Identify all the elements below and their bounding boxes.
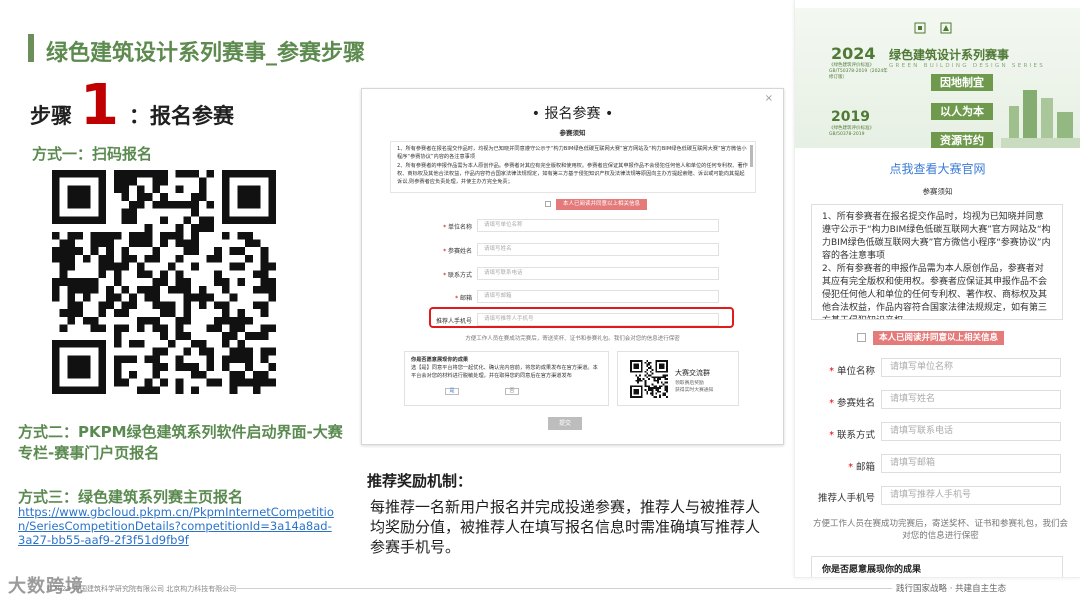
footer-divider (212, 588, 892, 589)
notice-paragraph: 1、所有参赛者在报名提交作品时，均视为已知晓并同意遵守公示于“构力BIM绿色低碳… (397, 146, 747, 160)
mobile-notice-title: 参赛须知 (922, 187, 953, 196)
mobile-agree-checkbox[interactable] (857, 333, 866, 342)
unit-name-label: * 单位名称 (443, 224, 472, 231)
footer-slogan: 践行国家战略 · 共建自主生态 (896, 584, 1007, 594)
method-three-heading: 方式三：绿色建筑系列赛主页报名 (18, 488, 244, 506)
mobile-name-input[interactable]: 请填写姓名 (881, 390, 1061, 409)
privacy-tip: 方便工作人员在赛成功完赛后，寄送奖杯、证书和参赛礼包。我们会对您的信息进行保密 (465, 336, 680, 342)
mobile-contact-label: * 联系方式 (829, 430, 875, 441)
mobile-referrer-phone-input[interactable]: 请填写推荐人手机号 (881, 486, 1061, 505)
mobile-unit-name-label: * 单位名称 (829, 366, 875, 377)
contact-label: * 联系方式 (443, 272, 472, 279)
option-yes[interactable]: 是 (445, 388, 459, 395)
willing-card: 你是否愿意展现你的成果 选【是】同意平台将您一起优化、确认完内容前，将您的成果发… (404, 351, 609, 406)
competition-homepage-link[interactable]: https://www.gbcloud.pkpm.cn/PkpmInternet… (18, 505, 338, 547)
name-label: * 参赛姓名 (443, 248, 472, 255)
competition-banner: 2024 《绿色建筑评价标准》GB/T50378-2019（2024年修订版） … (795, 8, 1080, 148)
mobile-referrer-phone-label: 推荐人手机号 (817, 493, 875, 504)
group-desc: 领取赛后奖励 获得实时大赛通知 (675, 381, 714, 393)
mobile-agree-label[interactable]: 本人已阅读并同意以上相关信息 (873, 331, 1005, 345)
mobile-name-label: * 参赛姓名 (829, 398, 875, 409)
willing-text: 选【是】同意平台将您一起优化、确认完内容前，将您的成果发布在官方渠道。本平台会对… (411, 365, 598, 379)
banner-tag: 资源节约 (931, 132, 993, 148)
organizer-logo-icon (914, 22, 952, 34)
willing-title: 你是否愿意展现你的成果 (411, 357, 469, 363)
group-card: 大赛交流群 领取赛后奖励 获得实时大赛通知 (617, 351, 739, 406)
banner-year-2024: 2024 (831, 44, 876, 63)
agree-checkbox[interactable] (545, 201, 551, 207)
step-word: 步骤 (30, 104, 72, 128)
mobile-form-screenshot: 2024 《绿色建筑评价标准》GB/T50378-2019（2024年修订版） … (794, 0, 1080, 578)
email-input[interactable]: 请填写邮箱 (477, 290, 719, 303)
submit-button[interactable]: 提交 (548, 417, 582, 430)
form-title: • 报名参赛 • (531, 106, 614, 122)
registration-qr-code[interactable] (52, 170, 276, 394)
notice-paragraph: 2、所有参赛者的申报作品需为本人原创作品，参赛者对其应有完全版权和使用权。参赛者… (822, 264, 1048, 319)
email-label: * 邮箱 (455, 295, 472, 302)
mobile-email-label: * 邮箱 (848, 462, 875, 473)
mobile-email-input[interactable]: 请填写邮箱 (881, 454, 1061, 473)
mobile-result-title: 你是否愿意展现你的成果 (811, 556, 1063, 577)
mobile-contact-input[interactable]: 请填写联系电话 (881, 422, 1061, 441)
name-input[interactable]: 请填写姓名 (477, 243, 719, 256)
option-no[interactable]: 否 (505, 388, 519, 395)
method-one-heading: 方式一：扫码报名 (32, 145, 153, 163)
registration-form-screenshot: × • 报名参赛 • 参赛须知 1、所有参赛者在报名提交作品时，均视为已知晓并同… (361, 88, 784, 445)
group-qr-code[interactable] (630, 360, 668, 398)
mobile-privacy-tip: 方便工作人员在赛成功完赛后，寄送奖杯、证书和参赛礼包，我们会对您的信息进行保密 (813, 519, 1069, 541)
referrer-phone-highlight (429, 307, 734, 328)
banner-year-2019: 2019 (831, 109, 870, 125)
page-title: 绿色建筑设计系列赛事_参赛步骤 (46, 41, 366, 66)
method-two-heading: 方式二：PKPM绿色建筑系列软件启动界面-大赛专栏-赛事门户页报名 (18, 423, 343, 462)
step-heading: 步骤 1 ：报名参赛 (30, 74, 234, 134)
mobile-notice-box: 1、所有参赛者在报名提交作品时，均视为已知晓并同意遵守公示于“构力BIM绿色低碳… (811, 204, 1063, 320)
notice-paragraph: 2、所有参赛者的申报作品需为本人原创作品。参赛者对其应有完全版权和使用权。参赛者… (397, 163, 748, 185)
official-site-link[interactable]: 点我查看大赛官网 (795, 160, 1080, 177)
banner-standard-2024: 《绿色建筑评价标准》GB/T50378-2019（2024年修订版） (829, 63, 888, 80)
banner-standard-2019: 《绿色建筑评价标准》GB/50378-2019 (829, 126, 874, 137)
notice-title: 参赛须知 (559, 129, 586, 137)
banner-tag: 因地制宜 (931, 74, 993, 91)
notice-paragraph: 1、所有参赛者在报名提交作品时，均视为已知晓并同意遵守公示于“构力BIM绿色低碳… (822, 212, 1051, 261)
mobile-unit-name-input[interactable]: 请填写单位名称 (881, 358, 1061, 377)
banner-tag: 以人为本 (931, 103, 993, 120)
city-skyline-icon (1001, 90, 1080, 148)
footer-copyright: ©2023 中国建筑科学研究院有限公司 北京构力科技有限公司 (46, 585, 237, 593)
notice-box: 1、所有参赛者在报名提交作品时，均视为已知晓并同意遵守公示于“构力BIM绿色低碳… (390, 141, 756, 193)
notice-scrollbar[interactable] (750, 145, 753, 167)
step-number: 1 (80, 73, 119, 138)
step-label: ：报名参赛 (128, 104, 234, 128)
banner-title: 绿色建筑设计系列赛事 (889, 48, 1010, 62)
agree-label[interactable]: 本人已阅读并同意以上相关信息 (556, 199, 648, 210)
unit-name-input[interactable]: 请填写单位名称 (477, 219, 719, 232)
contact-input[interactable]: 请填写联系电话 (477, 267, 719, 280)
referral-title: 推荐奖励机制： (367, 472, 473, 490)
title-accent-bar (28, 34, 34, 62)
referral-body: 每推荐一名新用户报名并完成投递参赛，推荐人与被推荐人均奖励分值，被推荐人在填写报… (370, 498, 761, 556)
group-title: 大赛交流群 (675, 369, 710, 377)
